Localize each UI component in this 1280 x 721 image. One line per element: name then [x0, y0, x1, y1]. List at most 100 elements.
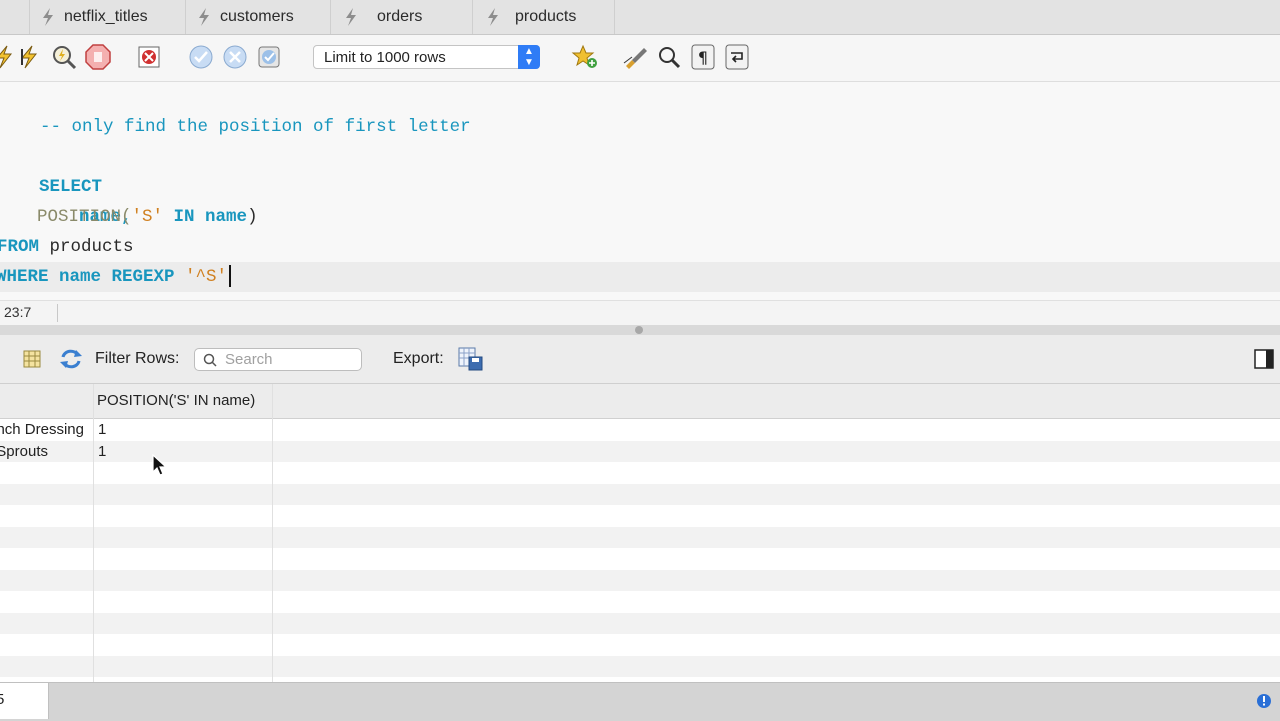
result-toolbar: Filter Rows: Search Export: — [0, 335, 1280, 384]
checkmark-icon — [189, 45, 213, 69]
code-line-from: FROM products — [0, 232, 134, 262]
sql-keyword-from: FROM — [0, 237, 40, 257]
mouse-cursor-icon — [152, 453, 168, 483]
execute-current-button[interactable] — [16, 43, 44, 71]
beautify-button[interactable] — [621, 43, 649, 71]
cell-position[interactable]: 1 — [98, 419, 106, 440]
empty-row — [0, 655, 1280, 677]
limit-rows-select[interactable]: Limit to 1000 rows ▲ ▼ — [313, 45, 540, 69]
tab-label: orders — [377, 8, 423, 25]
refresh-icon — [60, 349, 82, 369]
tab-label: netflix_titles — [64, 8, 148, 25]
column-divider[interactable] — [272, 384, 273, 682]
column-header-name[interactable] — [0, 390, 92, 411]
rollback-button[interactable] — [221, 43, 249, 71]
cursor-position: 23:7 — [4, 304, 32, 320]
empty-row — [0, 526, 1280, 548]
commit-button[interactable] — [187, 43, 215, 71]
stop-on-error-button[interactable] — [135, 43, 163, 71]
tab-customers[interactable]: customers — [186, 0, 331, 34]
result-tab-label: 5 — [0, 691, 5, 708]
autocommit-icon — [258, 46, 280, 68]
tab-products[interactable]: products — [473, 0, 615, 34]
add-snippet-button[interactable] — [571, 43, 599, 71]
lightning-cursor-icon — [20, 45, 38, 69]
empty-row — [0, 483, 1280, 505]
refresh-button[interactable] — [59, 348, 83, 375]
code-line-select: SELECT — [0, 142, 102, 197]
column-header-position[interactable]: POSITION('S' IN name) — [97, 390, 273, 411]
lightning-icon — [488, 8, 498, 26]
code-line-where: WHERE name REGEXP '^S' — [0, 262, 1280, 292]
info-icon — [1257, 694, 1271, 708]
result-bottom-bar: 5 — [0, 682, 1280, 721]
side-panel-icon — [1254, 349, 1274, 369]
lightning-icon — [0, 45, 13, 69]
wrap-icon — [725, 44, 749, 70]
cell-position[interactable]: 1 — [98, 441, 106, 462]
search-icon — [659, 47, 681, 69]
invisible-chars-button[interactable]: ¶ — [689, 43, 717, 71]
export-save-icon — [458, 347, 483, 371]
stop-icon — [85, 44, 111, 70]
sql-column-ref: name — [205, 207, 248, 227]
lightning-icon — [43, 8, 53, 26]
lightning-icon — [346, 8, 356, 26]
sql-editor[interactable]: -- only find the position of first lette… — [0, 82, 1280, 300]
grid-header-row: POSITION('S' IN name) — [0, 384, 1280, 419]
code-line-position: POSITION('S' IN name) — [37, 202, 258, 232]
search-placeholder: Search — [225, 351, 273, 368]
empty-row — [0, 612, 1280, 634]
tab-orders[interactable]: orders — [331, 0, 473, 34]
toggle-side-panel-button[interactable] — [1254, 349, 1274, 374]
tab-partial[interactable] — [0, 0, 30, 34]
autocommit-button[interactable] — [255, 43, 283, 71]
export-label: Export: — [393, 350, 444, 367]
empty-row — [0, 569, 1280, 591]
empty-row — [0, 462, 1280, 484]
code-line-column: name, — [37, 172, 132, 227]
sql-table-name: products — [39, 237, 134, 257]
cell-name[interactable]: Sprouts — [0, 441, 48, 462]
editor-status-bar: 23:7 — [0, 300, 1280, 326]
star-add-icon — [571, 44, 597, 68]
table-row[interactable]: Sprouts 1 — [0, 440, 1280, 462]
query-tab-bar: netflix_titles customers orders products — [0, 0, 1280, 35]
dropdown-arrows-icon: ▲ ▼ — [518, 45, 540, 69]
result-tab[interactable]: 5 — [0, 683, 49, 719]
filter-search-input[interactable]: Search — [194, 348, 362, 371]
sql-keyword-in: IN — [163, 207, 206, 227]
lightning-icon — [199, 8, 209, 26]
tab-netflix-titles[interactable]: netflix_titles — [30, 0, 186, 34]
find-button[interactable] — [655, 43, 683, 71]
word-wrap-button[interactable] — [723, 43, 751, 71]
status-divider — [57, 304, 58, 322]
info-button[interactable] — [1256, 693, 1272, 714]
tab-label: products — [515, 8, 577, 25]
tab-label: customers — [220, 8, 294, 25]
cell-name[interactable]: Ranch Dressing — [0, 419, 84, 440]
filter-rows-label: Filter Rows: — [95, 350, 180, 367]
sql-paren: ) — [247, 207, 258, 227]
editor-toolbar: Limit to 1000 rows ▲ ▼ ¶ — [0, 35, 1280, 82]
table-row[interactable]: Ranch Dressing 1 — [0, 419, 1280, 441]
search-icon — [203, 353, 217, 367]
column-divider[interactable] — [93, 384, 94, 682]
empty-row — [0, 591, 1280, 613]
sql-string: 'S' — [131, 207, 164, 227]
empty-row — [0, 505, 1280, 527]
pilcrow-icon: ¶ — [691, 44, 715, 70]
grid-columns-icon — [23, 350, 41, 368]
panel-splitter[interactable] — [0, 325, 1280, 335]
sql-comment: -- only find the position of first lette… — [40, 117, 471, 137]
limit-rows-label: Limit to 1000 rows — [324, 48, 446, 66]
svg-text:¶: ¶ — [698, 48, 708, 67]
splitter-handle-icon[interactable] — [635, 326, 643, 334]
result-grid[interactable]: POSITION('S' IN name) Ranch Dressing 1 S… — [0, 384, 1280, 682]
export-button[interactable] — [458, 347, 484, 376]
empty-row — [0, 634, 1280, 656]
stop-button[interactable] — [84, 43, 112, 71]
explain-button[interactable] — [50, 43, 78, 71]
brush-icon — [623, 48, 647, 69]
result-grid-view-button[interactable] — [22, 349, 42, 374]
